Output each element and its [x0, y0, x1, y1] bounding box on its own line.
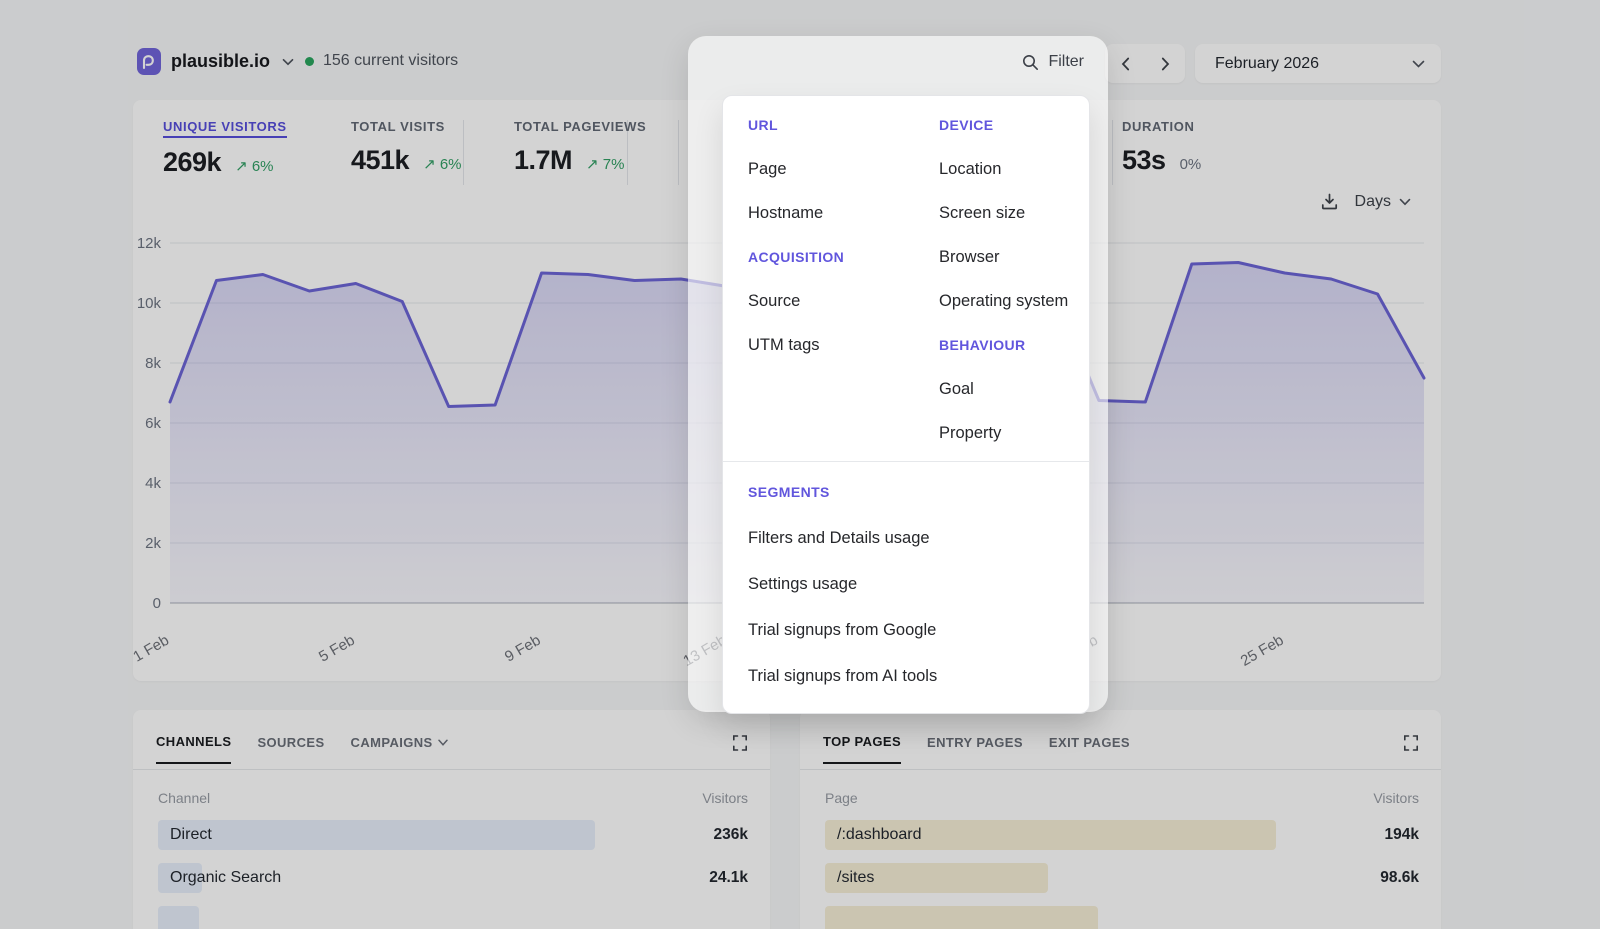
filter-menu-right-column: DEVICE Location Screen size Browser Oper…	[939, 103, 1089, 455]
filter-menu-left-column: URL Page Hostname ACQUISITION Source UTM…	[748, 103, 939, 455]
menu-item-segment-trial-signups-ai-tools[interactable]: Trial signups from AI tools	[748, 667, 937, 686]
filter-menu-columns: URL Page Hostname ACQUISITION Source UTM…	[723, 96, 1089, 461]
menu-item-segment-filters-details-usage[interactable]: Filters and Details usage	[748, 529, 930, 548]
menu-item-location[interactable]: Location	[939, 160, 1001, 179]
group-title-url: URL	[748, 117, 778, 133]
filter-menu: URL Page Hostname ACQUISITION Source UTM…	[722, 95, 1090, 714]
menu-item-page[interactable]: Page	[748, 160, 787, 179]
search-icon	[1022, 54, 1039, 71]
menu-item-segment-settings-usage[interactable]: Settings usage	[748, 575, 857, 594]
menu-item-screen-size[interactable]: Screen size	[939, 204, 1025, 223]
filter-modal: Filter URL Page Hostname ACQUISITION Sou…	[688, 36, 1108, 712]
group-title-acquisition: ACQUISITION	[748, 249, 844, 265]
group-title-device: DEVICE	[939, 117, 994, 133]
group-title-behaviour: BEHAVIOUR	[939, 337, 1026, 353]
filter-button[interactable]: Filter	[1022, 53, 1084, 71]
filter-button-label: Filter	[1048, 53, 1084, 71]
menu-item-utm-tags[interactable]: UTM tags	[748, 336, 820, 355]
menu-item-goal[interactable]: Goal	[939, 380, 974, 399]
menu-item-segment-trial-signups-google[interactable]: Trial signups from Google	[748, 621, 936, 640]
menu-item-source[interactable]: Source	[748, 292, 800, 311]
menu-item-hostname[interactable]: Hostname	[748, 204, 823, 223]
menu-item-property[interactable]: Property	[939, 424, 1001, 443]
menu-item-operating-system[interactable]: Operating system	[939, 292, 1068, 311]
group-title-segments: SEGMENTS	[748, 484, 830, 500]
menu-item-browser[interactable]: Browser	[939, 248, 1000, 267]
segments-section: SEGMENTS Filters and Details usage Setti…	[723, 462, 1089, 713]
